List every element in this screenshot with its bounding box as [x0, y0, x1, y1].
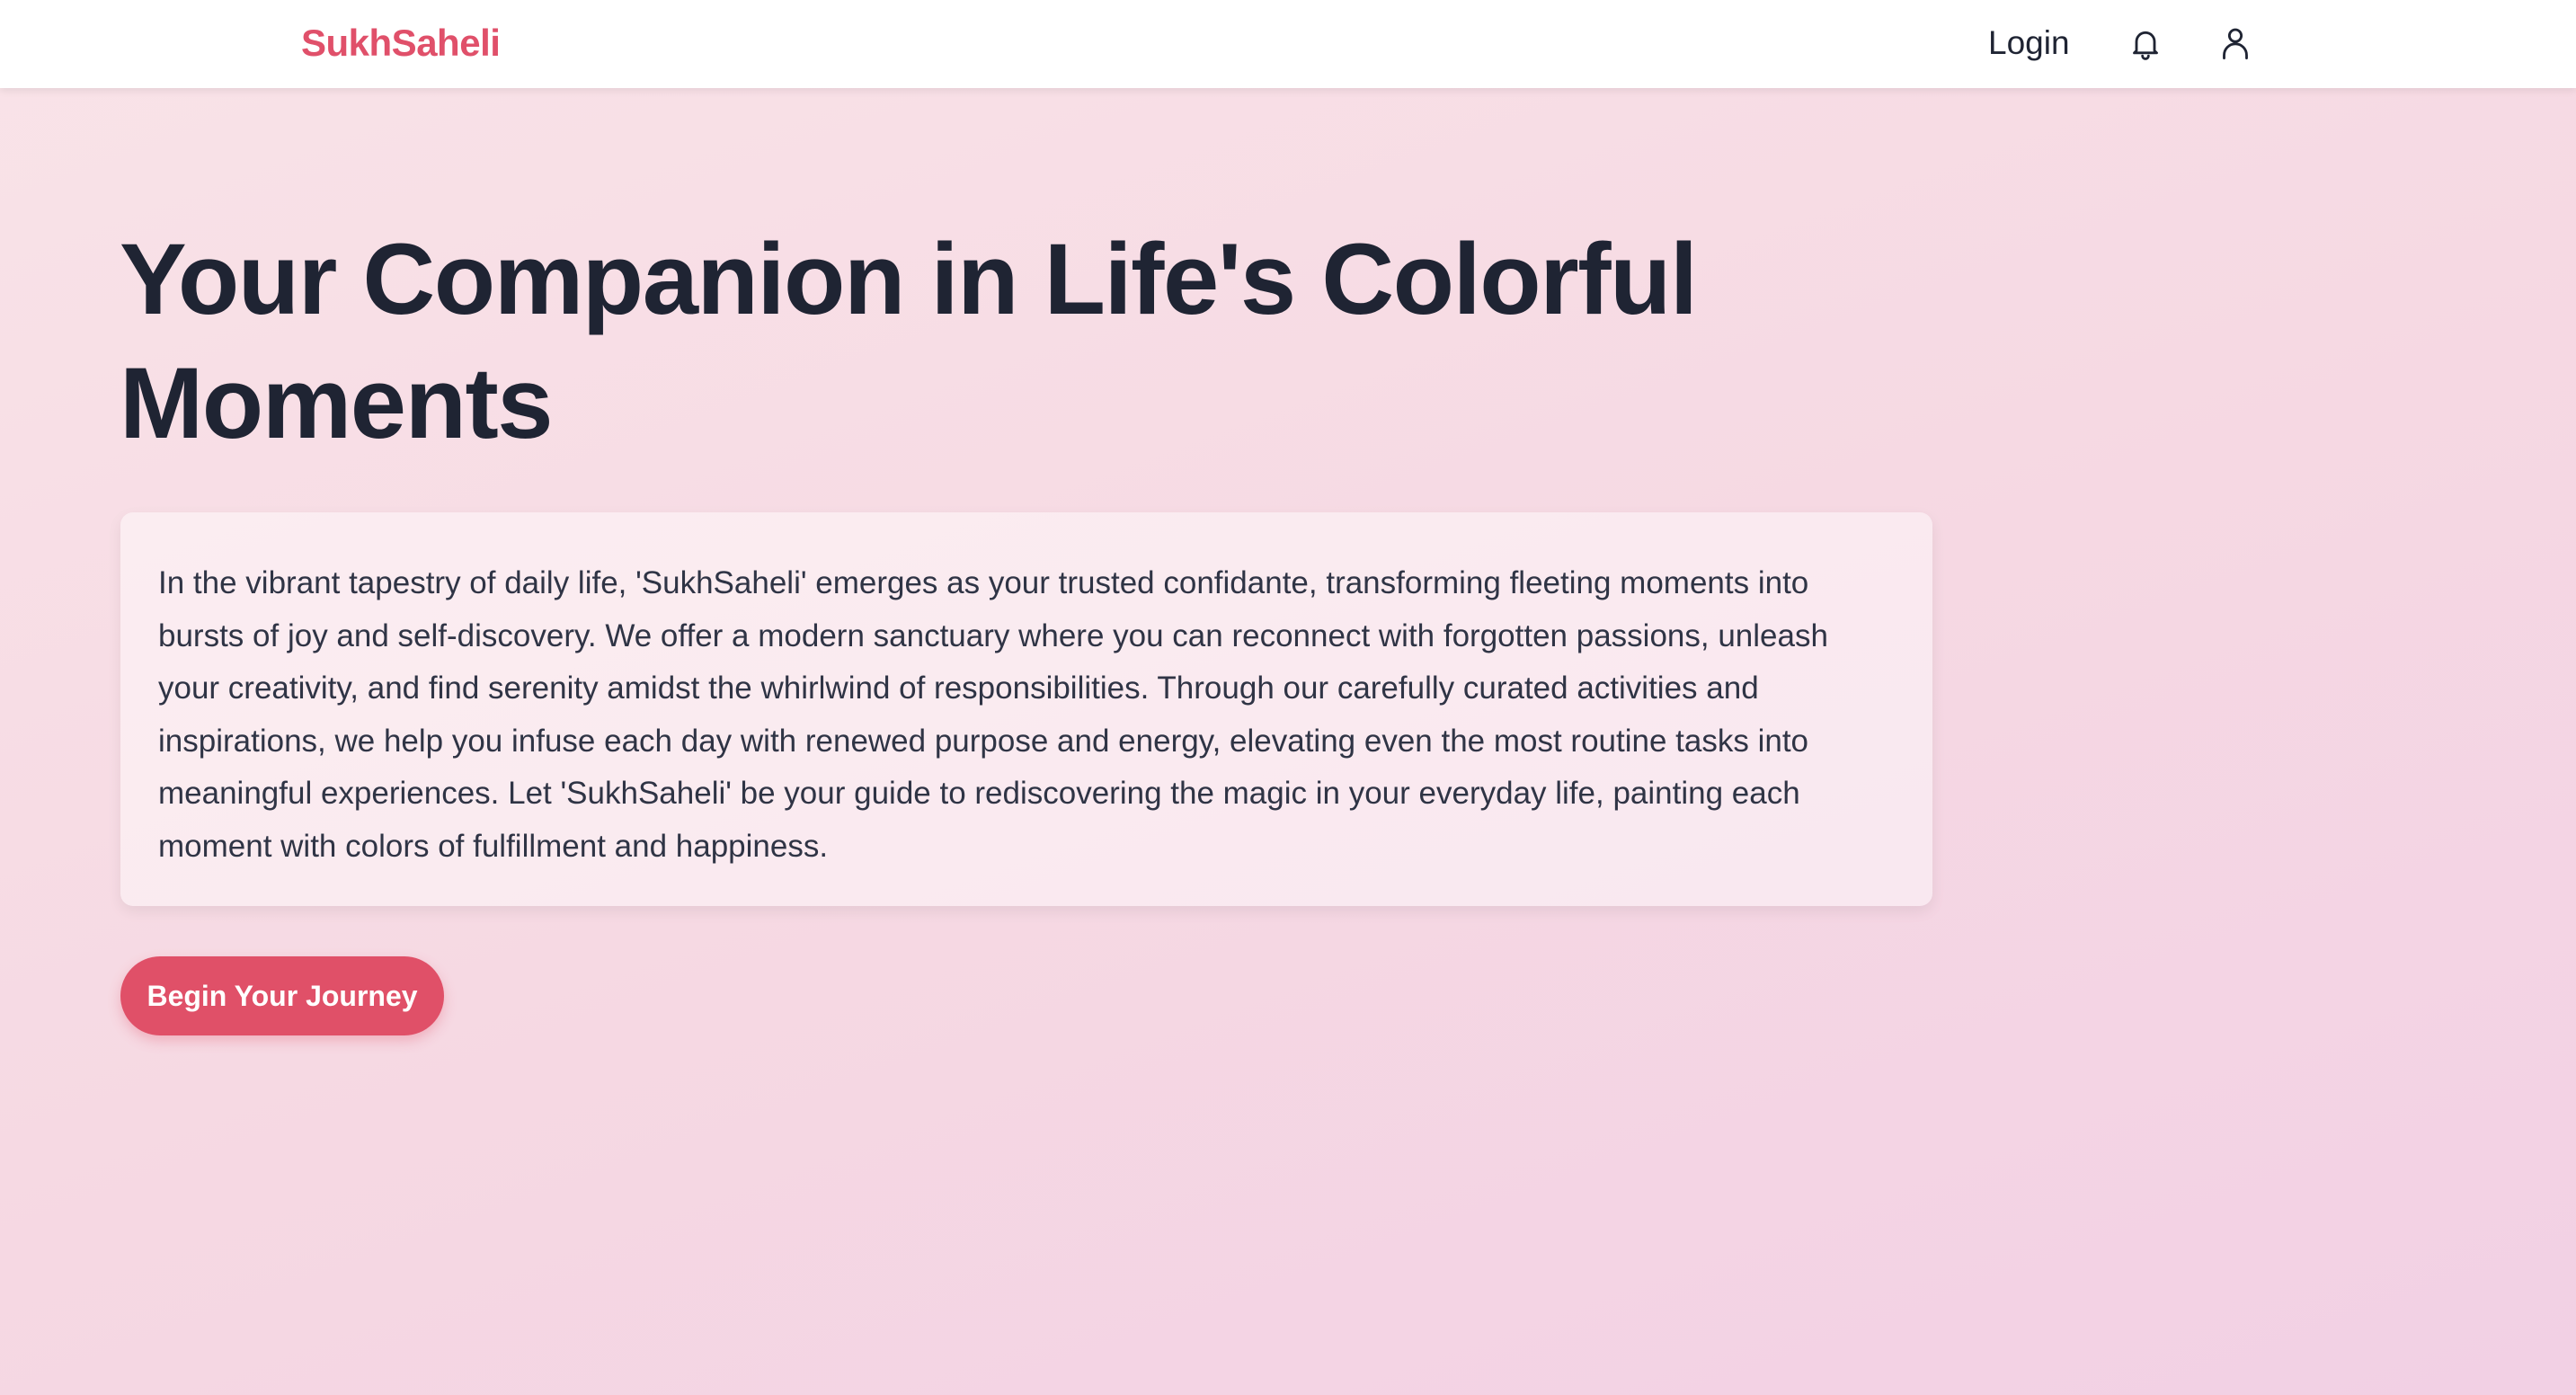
- hero-title: Your Companion in Life's Colorful Moment…: [120, 223, 1698, 459]
- description-card: In the vibrant tapestry of daily life, '…: [120, 512, 1932, 906]
- hero-description: In the vibrant tapestry of daily life, '…: [158, 565, 1828, 864]
- bell-icon[interactable]: [2126, 23, 2165, 63]
- brand-logo[interactable]: SukhSaheli: [301, 20, 501, 67]
- user-icon[interactable]: [2216, 23, 2255, 63]
- begin-journey-button[interactable]: Begin Your Journey: [120, 956, 444, 1035]
- login-link[interactable]: Login: [1988, 22, 2070, 65]
- top-navbar: SukhSaheli Login: [0, 0, 2576, 88]
